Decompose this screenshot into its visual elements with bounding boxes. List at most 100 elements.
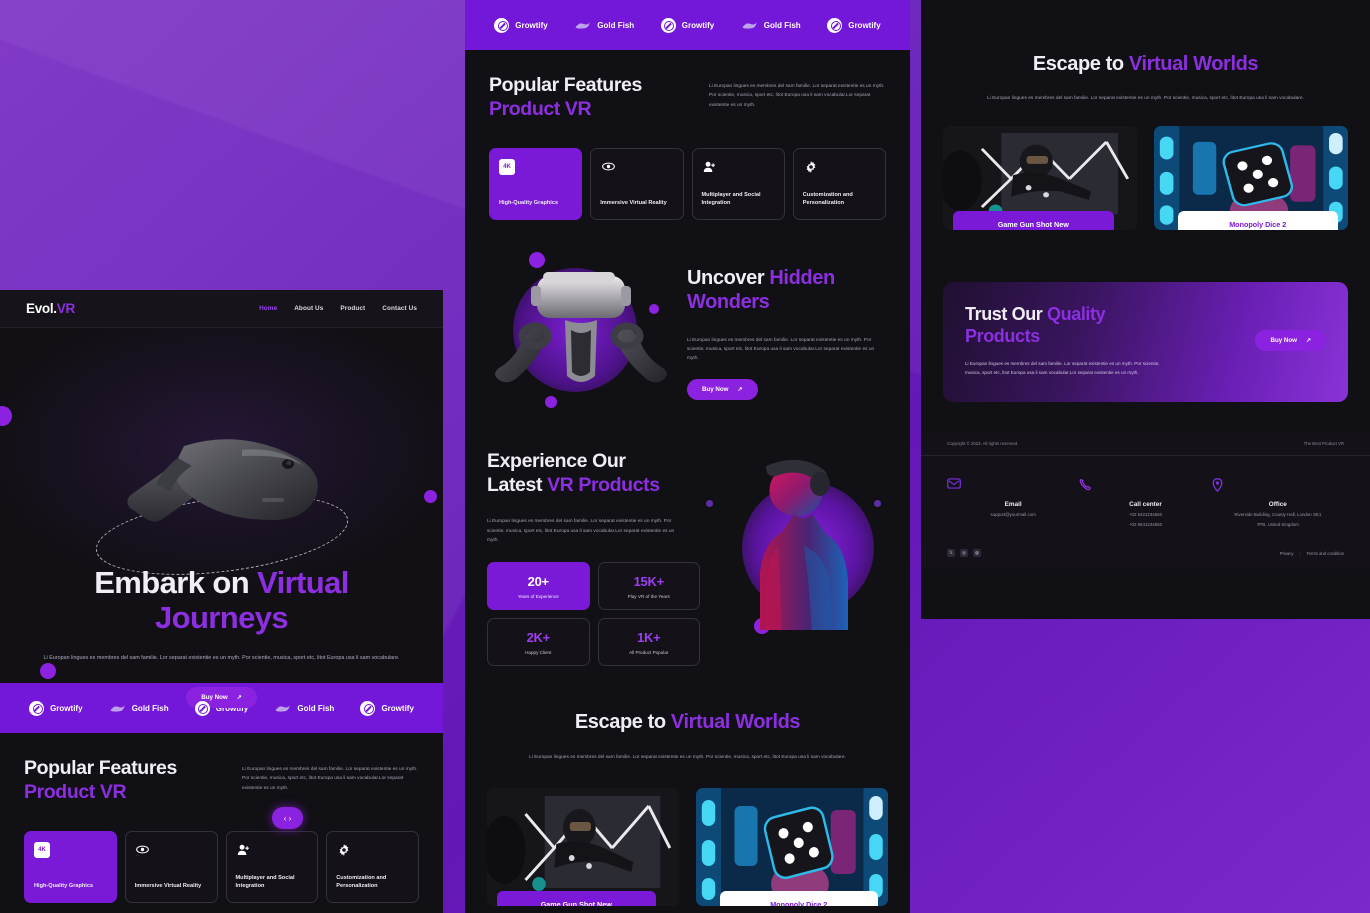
brand-label: Gold Fish bbox=[597, 20, 635, 30]
experience-title-accent: VR Products bbox=[547, 473, 660, 496]
instagram-icon[interactable]: ◎ bbox=[960, 549, 968, 558]
brand-label: Gold Fish bbox=[763, 20, 801, 30]
feature-card-customization-personalization[interactable]: Customization and Personalization bbox=[326, 830, 419, 903]
features-title: Popular Features Product VR bbox=[24, 757, 177, 805]
nav-item-about-us[interactable]: About Us bbox=[294, 305, 323, 312]
stat-value: 15K+ bbox=[633, 574, 665, 590]
escape-section: Escape to Virtual Worlds Li Europan ling… bbox=[465, 676, 910, 907]
gallery-item-monopoly-dice-2[interactable]: Monopoly Dice 2 Li Europan lingues es me… bbox=[1153, 125, 1348, 230]
footer-column-line[interactable]: support@yourmail.com bbox=[947, 511, 1079, 519]
site-header: Evol.VR Home About Us Product Contact Us bbox=[0, 290, 443, 328]
feature-card-customization-personalization[interactable]: Customization and Personalization bbox=[792, 147, 886, 220]
footer-link-separator: | bbox=[1299, 550, 1301, 556]
footer-column-line[interactable]: +02 5421234560 bbox=[1079, 511, 1211, 519]
location-pin-icon bbox=[1212, 477, 1344, 494]
hero-title-part1: Embark on bbox=[94, 565, 258, 600]
feature-card-immersive-virtual-reality[interactable]: Immersive Virtual Reality bbox=[590, 147, 684, 220]
stat-value: 2K+ bbox=[526, 630, 551, 646]
gallery-caption: Game Gun Shot New Li Europan lingues es … bbox=[953, 210, 1114, 230]
footer-column-title: Office bbox=[1268, 500, 1287, 508]
footer-copyright: Copyright © 2023. All rights reserved. bbox=[947, 440, 1019, 446]
uncover-description: Li Europan lingues es membres del sam fa… bbox=[687, 337, 875, 362]
gallery-item-game-gun-shot-new[interactable]: Game Gun Shot New Li Europan lingues es … bbox=[487, 788, 680, 907]
feature-card-label: High-Quality Graphics bbox=[499, 200, 559, 207]
growtify-mark-icon bbox=[660, 17, 676, 33]
stat-card[interactable]: 1K+ All Product Popular bbox=[597, 618, 700, 667]
vr-headset-controllers-image bbox=[495, 271, 667, 383]
decor-dot bbox=[0, 406, 12, 426]
gallery-item-game-gun-shot-new[interactable]: Game Gun Shot New Li Europan lingues es … bbox=[943, 125, 1138, 230]
escape-title: Escape to Virtual Worlds bbox=[487, 710, 888, 734]
feature-card-high-quality-graphics[interactable]: 4K High-Quality Graphics bbox=[24, 830, 117, 903]
footer-link-terms[interactable]: Terms and condition bbox=[1307, 551, 1344, 556]
experience-title-part1: Experience Our bbox=[487, 449, 626, 472]
uncover-title: Uncover Hidden Wonders bbox=[687, 266, 888, 315]
neon-dice-photo bbox=[695, 788, 888, 907]
stat-card[interactable]: 15K+ Play VR of the Years bbox=[597, 562, 700, 611]
stat-card[interactable]: 20+ Years of Experience bbox=[487, 562, 590, 611]
stat-card[interactable]: 2K+ Happy Client bbox=[487, 618, 590, 667]
phone-icon bbox=[1079, 478, 1211, 494]
feature-card-multiplayer-social-integration[interactable]: Multiplayer and Social Integration bbox=[225, 830, 319, 903]
escape-title-accent: Virtual Worlds bbox=[1128, 53, 1259, 75]
trust-title-part1: Trust Our bbox=[965, 303, 1048, 324]
twitter-icon[interactable]: 𝕏 bbox=[947, 549, 955, 558]
footer-bottom-bar: 𝕏 ◎ ◍ Privacy | Terms and condition bbox=[921, 549, 1370, 569]
uncover-buy-now-button[interactable]: Buy Now ↗ bbox=[687, 378, 758, 400]
stat-label: Happy Client bbox=[525, 650, 552, 656]
gear-icon bbox=[336, 842, 352, 858]
eye-icon bbox=[600, 159, 616, 175]
trust-title-accent: Quality bbox=[1047, 303, 1106, 324]
dribbble-icon[interactable]: ◍ bbox=[973, 549, 981, 558]
nav-item-home[interactable]: Home bbox=[259, 305, 277, 312]
eye-icon bbox=[135, 842, 151, 858]
nav-item-product[interactable]: Product bbox=[340, 305, 365, 312]
brand-logo-strip: Growtify Gold Fish Growtify Gold Fish Gr… bbox=[465, 0, 910, 50]
gallery-item-monopoly-dice-2[interactable]: Monopoly Dice 2 Li Europan lingues es me… bbox=[695, 788, 888, 907]
feature-card-multiplayer-social-integration[interactable]: Multiplayer and Social Integration bbox=[691, 147, 785, 220]
trust-title: Trust Our Quality Products bbox=[965, 304, 1175, 348]
features-header: Popular Features Product VR Li Europan li… bbox=[24, 757, 419, 805]
brand-item: Growtify bbox=[494, 17, 548, 33]
features-section: Popular Features Product VR Li Europan li… bbox=[465, 50, 910, 220]
brand-label: Growtify bbox=[848, 20, 881, 30]
escape-title-accent: Virtual Worlds bbox=[670, 711, 801, 734]
hero-buy-now-label: Buy Now bbox=[201, 694, 228, 701]
footer-column-line[interactable]: +02 5541234560 bbox=[1079, 521, 1211, 529]
feature-card-grid: 4K High-Quality Graphics Immersive Virtu… bbox=[489, 147, 886, 220]
user-plus-icon bbox=[236, 842, 252, 858]
trust-description: Li Europan lingues es membres del sam fa… bbox=[965, 360, 1160, 375]
feature-card-immersive-virtual-reality[interactable]: Immersive Virtual Reality bbox=[124, 830, 218, 903]
trust-buy-now-button[interactable]: Buy Now ↗ bbox=[1255, 330, 1326, 352]
logo-main: Evol. bbox=[26, 301, 57, 316]
brand-item: Gold Fish bbox=[574, 19, 634, 32]
escape-description: Li Europan lingues es membres del sam fa… bbox=[529, 754, 846, 760]
hero-description: Li Europan lingues es membres del sam fa… bbox=[43, 655, 400, 661]
stat-label: Play VR of the Years bbox=[627, 594, 670, 600]
footer-column-email: Email support@yourmail.com bbox=[947, 477, 1079, 530]
main-nav: Home About Us Product Contact Us bbox=[259, 305, 417, 312]
escape-title: Escape to Virtual Worlds bbox=[943, 52, 1348, 76]
stat-value: 1K+ bbox=[637, 630, 661, 646]
feature-card-high-quality-graphics[interactable]: 4K High-Quality Graphics bbox=[489, 147, 583, 220]
hero-orbit-badge[interactable]: ‹ › bbox=[272, 807, 303, 829]
logo-accent: VR bbox=[56, 301, 75, 316]
experience-text: Experience Our Latest VR Products Li Euro… bbox=[487, 450, 700, 667]
decor-dot bbox=[424, 490, 437, 503]
brand-label: Growtify bbox=[515, 20, 548, 30]
gear-icon bbox=[803, 159, 819, 175]
preview-panel-middle: Growtify Gold Fish Growtify Gold Fish Gr… bbox=[465, 0, 910, 913]
brand-item: Gold Fish bbox=[741, 19, 801, 32]
site-logo[interactable]: Evol.VR bbox=[26, 301, 75, 316]
uncover-cta-wrap: Buy Now ↗ bbox=[687, 378, 888, 400]
trust-buy-now-label: Buy Now bbox=[1270, 337, 1297, 345]
nav-item-contact-us[interactable]: Contact Us bbox=[382, 305, 417, 312]
person-vr-headset-image bbox=[760, 459, 848, 630]
4k-icon: 4K bbox=[499, 158, 515, 175]
feature-card-label: Multiplayer and Social Integration bbox=[235, 874, 295, 890]
footer-link-privacy[interactable]: Privacy bbox=[1280, 551, 1294, 556]
stat-label: All Product Popular bbox=[629, 650, 669, 656]
preview-panel-left: Evol.VR Home About Us Product Contact Us bbox=[0, 290, 443, 913]
goldfish-mark-icon bbox=[742, 21, 757, 29]
features-title: Popular Features Product VR bbox=[489, 74, 642, 122]
